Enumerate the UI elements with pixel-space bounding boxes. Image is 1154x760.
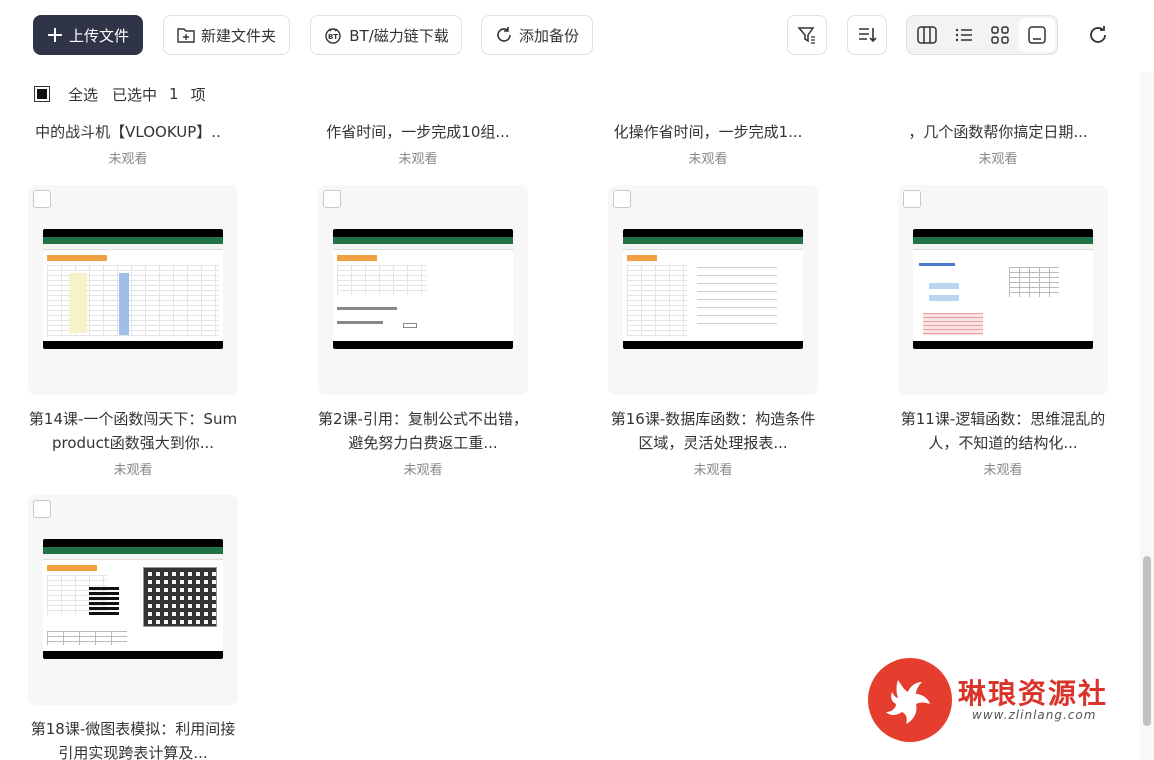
selected-prefix: 已选中 — [112, 85, 158, 104]
vertical-scrollbar[interactable] — [1140, 0, 1154, 760]
select-checkbox[interactable] — [33, 500, 51, 518]
refresh-icon — [1090, 26, 1106, 43]
plus-icon — [47, 28, 62, 42]
file-card[interactable]: 第11课-逻辑函数：思维混乱的人，不知道的结构化... 未观看 — [898, 185, 1108, 478]
file-card[interactable]: 第14课-一个函数闯天下：Sumproduct函数强大到你... 未观看 — [28, 185, 238, 478]
watch-status: 未观看 — [403, 463, 443, 478]
sync-icon — [497, 27, 511, 42]
watch-status: 未观看 — [693, 463, 733, 478]
sort-button[interactable] — [847, 15, 887, 55]
bt-download-label: BT/磁力链下载 — [349, 26, 449, 45]
upload-label: 上传文件 — [68, 26, 129, 45]
file-card[interactable]: 第18课-微图表模拟：利用间接引用实现跨表计算及... — [28, 495, 238, 760]
watermark-name: 琳琅资源社 — [958, 677, 1109, 710]
file-card[interactable]: 中的战斗机【VLOOKUP】.. 未观看 — [23, 120, 233, 167]
file-card[interactable]: 作省时间，一步完成10组... 未观看 — [313, 120, 523, 167]
card-title: 化操作省时间，一步完成1... — [613, 123, 803, 141]
bt-download-button[interactable]: BT BT/磁力链下载 — [310, 15, 462, 55]
view-list[interactable] — [946, 18, 983, 52]
spreadsheet-preview — [43, 229, 223, 349]
view-column[interactable] — [909, 18, 946, 52]
scrollbar-thumb[interactable] — [1143, 556, 1151, 726]
video-thumbnail[interactable] — [28, 185, 238, 395]
watch-status: 未观看 — [688, 152, 728, 167]
deer-logo-icon — [868, 658, 952, 742]
list-icon — [955, 28, 972, 42]
view-large-thumbnail[interactable] — [1018, 18, 1055, 52]
spreadsheet-preview — [43, 539, 223, 659]
select-checkbox[interactable] — [323, 190, 341, 208]
spreadsheet-preview — [913, 229, 1093, 349]
spreadsheet-preview — [333, 229, 513, 349]
selected-count: 1 — [169, 85, 179, 103]
card-title: 第18课-微图表模拟：利用间接引用实现跨表计算及... — [30, 720, 236, 760]
select-all-checkbox[interactable] — [34, 86, 50, 102]
new-folder-label: 新建文件夹 — [200, 26, 276, 45]
watermark-url: www.zlinlang.com — [972, 708, 1097, 722]
select-checkbox[interactable] — [613, 190, 631, 208]
watch-status: 未观看 — [398, 152, 438, 167]
new-folder-button[interactable]: 新建文件夹 — [163, 15, 290, 55]
watch-status: 未观看 — [108, 152, 148, 167]
video-thumbnail[interactable] — [318, 185, 528, 395]
columns-icon — [917, 26, 937, 44]
selected-unit: 项 — [190, 85, 206, 104]
file-card[interactable]: 第16课-数据库函数：构造条件区域，灵活处理报表... 未观看 — [608, 185, 818, 478]
add-backup-label: 添加备份 — [518, 26, 579, 45]
grid-icon — [991, 26, 1009, 44]
watch-status: 未观看 — [978, 152, 1018, 167]
add-backup-button[interactable]: 添加备份 — [481, 15, 593, 55]
file-card[interactable]: 化操作省时间，一步完成1... 未观看 — [603, 120, 813, 167]
sort-icon — [859, 28, 877, 43]
select-all-label[interactable]: 全选 — [68, 84, 98, 105]
video-thumbnail[interactable] — [898, 185, 1108, 395]
select-checkbox[interactable] — [903, 190, 921, 208]
select-checkbox[interactable] — [33, 190, 51, 208]
file-card[interactable]: ，几个函数帮你搞定日期... 未观看 — [893, 120, 1103, 167]
card-title: 第16课-数据库函数：构造条件区域，灵活处理报表... — [610, 410, 816, 452]
watch-status: 未观看 — [113, 463, 153, 478]
toolbar: 上传文件 新建文件夹 BT BT/磁力链下载 添加备份 — [0, 0, 1154, 72]
filter-button[interactable] — [787, 15, 827, 55]
view-mode-switcher — [906, 15, 1058, 55]
svg-text:BT: BT — [328, 33, 338, 41]
watermark-logo: 琳琅资源社 www.zlinlang.com — [868, 658, 1138, 742]
selection-bar: 全选 已选中 1 项 — [0, 72, 1140, 116]
file-manager-app: 中的战斗机【VLOOKUP】.. 未观看 作省时间，一步完成10组... 未观看… — [0, 0, 1154, 760]
card-title: ，几个函数帮你搞定日期... — [908, 123, 1088, 141]
file-card[interactable]: 第2课-引用：复制公式不出错，避免努力白费返工重... 未观看 — [318, 185, 528, 478]
bt-icon: BT — [325, 28, 341, 44]
view-grid[interactable] — [982, 18, 1019, 52]
refresh-button[interactable] — [1080, 17, 1116, 53]
video-thumbnail[interactable] — [608, 185, 818, 395]
video-thumbnail[interactable] — [28, 495, 238, 705]
card-title: 第11课-逻辑函数：思维混乱的人，不知道的结构化... — [900, 410, 1106, 452]
upload-button[interactable]: 上传文件 — [33, 15, 143, 55]
card-title: 第2课-引用：复制公式不出错，避免努力白费返工重... — [318, 410, 528, 452]
watch-status: 未观看 — [983, 463, 1023, 478]
spreadsheet-preview — [623, 229, 803, 349]
card-title: 作省时间，一步完成10组... — [326, 123, 510, 141]
folder-add-icon — [177, 28, 195, 43]
filter-icon — [797, 27, 815, 44]
card-title: 中的战斗机【VLOOKUP】.. — [35, 123, 221, 141]
thumbnail-icon — [1028, 26, 1046, 44]
card-title: 第14课-一个函数闯天下：Sumproduct函数强大到你... — [28, 410, 238, 452]
